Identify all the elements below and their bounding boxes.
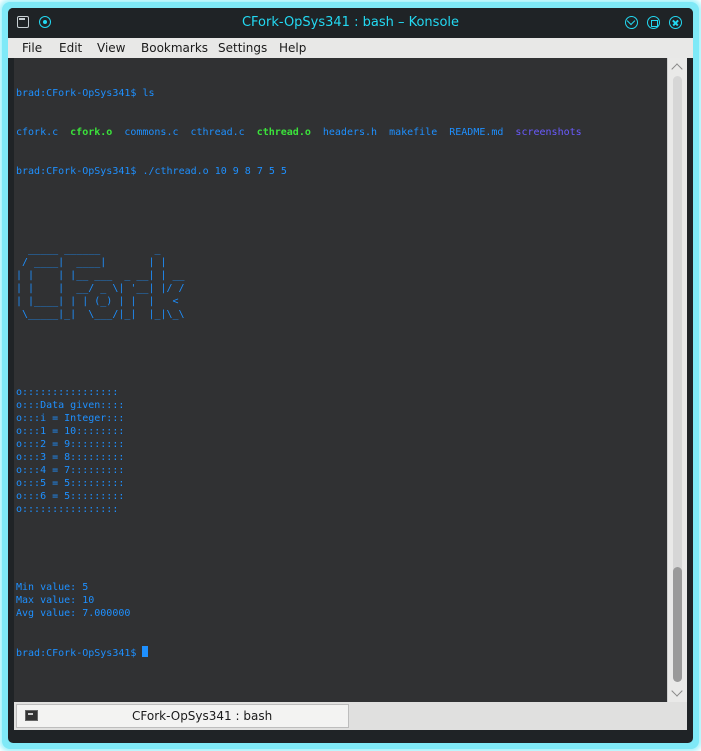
terminal-view[interactable]: brad:CFork-OpSys341$ ls cfork.c cfork.o co… bbox=[14, 58, 667, 702]
output-line: o:::4 = 7::::::::: bbox=[16, 465, 125, 476]
maximize-button[interactable] bbox=[647, 16, 660, 29]
output-line: o:::::::::::::::: bbox=[16, 504, 119, 515]
ls-file-entry: commons.c bbox=[124, 127, 179, 138]
output-line: o:::6 = 5::::::::: bbox=[16, 491, 125, 502]
command-line-3: brad:CFork-OpSys341$ bbox=[16, 646, 594, 659]
menu-file[interactable]: File bbox=[22, 41, 42, 55]
output-line: o:::i = Integer::: bbox=[16, 413, 125, 424]
banner-line: | | | __/ _ \| '__| |/ / bbox=[16, 283, 185, 294]
ls-file-entry: cfork.o bbox=[70, 127, 113, 138]
output-line: o:::Data given:::: bbox=[16, 400, 125, 411]
konsole-window: CFork-OpSys341 : bash – Konsole File Edi… bbox=[8, 8, 693, 743]
output-line: o:::::::::::::::: bbox=[16, 387, 119, 398]
ls-file-entry: cthread.c bbox=[190, 127, 245, 138]
result-line: Min value: 5 bbox=[16, 582, 89, 593]
output-line: o:::1 = 10:::::::: bbox=[16, 426, 125, 437]
menu-settings[interactable]: Settings bbox=[218, 41, 267, 55]
tab-bash-session[interactable]: CFork-OpSys341 : bash bbox=[16, 704, 349, 728]
output-line: o:::3 = 8::::::::: bbox=[16, 452, 125, 463]
ls-file-entry: screenshots bbox=[515, 127, 582, 138]
ascii-banner: _____ ______ _ / ____| ____| | | | | | |_… bbox=[16, 243, 594, 321]
menu-help[interactable]: Help bbox=[279, 41, 306, 55]
minimize-button[interactable] bbox=[625, 16, 638, 29]
tab-bar: CFork-OpSys341 : bash bbox=[14, 702, 687, 730]
result-line: Avg value: 7.000000 bbox=[16, 608, 131, 619]
prompt: brad:CFork-OpSys341$ bbox=[16, 648, 137, 659]
banner-line: | | | |__ ___ _ __| | __ bbox=[16, 270, 185, 281]
ls-file-entry: README.md bbox=[449, 127, 504, 138]
scroll-track[interactable] bbox=[673, 76, 682, 682]
title-bar[interactable]: CFork-OpSys341 : bash – Konsole bbox=[8, 8, 693, 38]
window-title: CFork-OpSys341 : bash – Konsole bbox=[241, 15, 460, 30]
banner-line: / ____| ____| | | bbox=[16, 257, 167, 268]
ls-file-entry: cfork.c bbox=[16, 127, 59, 138]
menu-bar: File Edit View Bookmarks Settings Help bbox=[8, 38, 693, 58]
scroll-down-arrow-icon[interactable] bbox=[671, 685, 683, 697]
menu-view[interactable]: View bbox=[97, 41, 125, 55]
banner-line: | |____| | | (_) | | | < bbox=[16, 296, 179, 307]
prompt: brad:CFork-OpSys341$ bbox=[16, 166, 137, 177]
scroll-thumb[interactable] bbox=[673, 567, 682, 682]
banner-line: \_____|_| \___/|_| |_|\_\ bbox=[16, 309, 185, 320]
data-table-output: o:::::::::::::::: o:::Data given:::: o:::i… bbox=[16, 386, 594, 516]
command-line-2: brad:CFork-OpSys341$ ./cthread.o 10 9 8 … bbox=[16, 165, 594, 178]
terminal-tab-icon bbox=[25, 710, 38, 721]
output-line: o:::2 = 9::::::::: bbox=[16, 439, 125, 450]
close-button[interactable] bbox=[669, 16, 682, 29]
scroll-up-arrow-icon[interactable] bbox=[671, 63, 683, 75]
text-cursor bbox=[142, 646, 149, 657]
vertical-scrollbar[interactable] bbox=[667, 58, 687, 702]
ls-file-entry: headers.h bbox=[322, 127, 378, 138]
command-text: ./cthread.o 10 9 8 7 5 5 bbox=[142, 166, 287, 177]
results-output: Min value: 5 Max value: 10 Avg value: 7.00… bbox=[16, 581, 594, 620]
result-line: Max value: 10 bbox=[16, 595, 95, 606]
ls-file-entry: cthread.o bbox=[256, 127, 311, 138]
ls-file-entry: makefile bbox=[389, 127, 438, 138]
prompt: brad:CFork-OpSys341$ bbox=[16, 88, 137, 99]
ls-output: cfork.c cfork.o commons.c cthread.c cthread.… bbox=[16, 126, 594, 139]
tab-label: CFork-OpSys341 : bash bbox=[132, 709, 273, 723]
banner-line: _____ ______ _ bbox=[16, 244, 161, 255]
command-line-1: brad:CFork-OpSys341$ ls bbox=[16, 87, 594, 100]
terminal-output: brad:CFork-OpSys341$ ls cfork.c cfork.o co… bbox=[16, 61, 594, 685]
menu-bookmarks[interactable]: Bookmarks bbox=[141, 41, 208, 55]
output-line: o:::5 = 5::::::::: bbox=[16, 478, 125, 489]
terminal-area: brad:CFork-OpSys341$ ls cfork.c cfork.o co… bbox=[14, 58, 687, 702]
menu-edit[interactable]: Edit bbox=[59, 41, 82, 55]
command-text: ls bbox=[142, 88, 155, 99]
